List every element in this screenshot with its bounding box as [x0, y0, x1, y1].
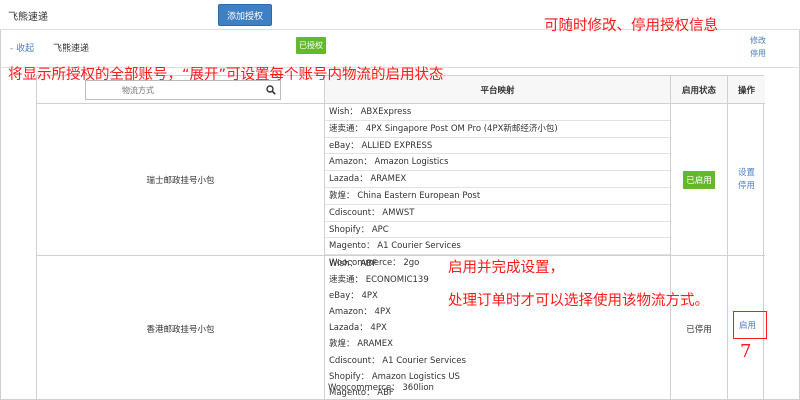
operation-cell: 设置 停用 — [728, 104, 765, 255]
mapping-item: Shopify： APC — [325, 222, 670, 239]
mapping-item: 敦煌： China Eastern European Post — [325, 188, 670, 205]
logistics-table: 平台映射 启用状态 操作 瑞士邮政挂号小包 Wish： ABXExpress 速… — [36, 75, 765, 400]
settings-link[interactable]: 设置 — [738, 167, 755, 180]
mapping-item: Woocommerce： 360lion — [328, 383, 434, 393]
method-name: 瑞士邮政挂号小包 — [37, 104, 325, 255]
mapping-item: 敦煌： ARAMEX — [329, 339, 393, 350]
table-row: 瑞士邮政挂号小包 Wish： ABXExpress 速卖通： 4PX Singa… — [37, 104, 765, 268]
mapping-item: Cdiscount： AMWST — [325, 205, 670, 222]
status-cell: 已启用 — [671, 104, 728, 255]
status-text: 已停用 — [686, 324, 712, 335]
status-badge: 已启用 — [683, 170, 715, 189]
mapping-item: Amazon： Amazon Logistics — [325, 154, 670, 172]
annotation-enable-tip: 启用并完成设置， — [448, 260, 564, 276]
search-icon[interactable] — [266, 85, 276, 95]
table-row: 香港邮政挂号小包 Wish： ABF 速卖通： ECONOMIC139 eBay… — [37, 256, 765, 400]
method-name: 香港邮政挂号小包 — [37, 256, 325, 400]
status-cell: 已停用 — [671, 256, 728, 400]
modify-link[interactable]: 修改 — [750, 35, 766, 46]
step-number: 7 — [740, 341, 752, 362]
annotation-expand-tip: 将显示所授权的全部账号，“展开”可设置每个账号内物流的启用状态 — [8, 67, 444, 83]
carrier-title: 飞熊速递 — [8, 12, 48, 23]
mapping-item: Lazada： 4PX — [329, 323, 387, 334]
col-header-operation: 操作 — [728, 76, 765, 104]
annotation-order-tip: 处理订单时才可以选择使用该物流方式。 — [448, 293, 709, 309]
col-header-status: 启用状态 — [671, 76, 728, 104]
disable-link[interactable]: 停用 — [738, 180, 755, 193]
mapping-item: Magento： A1 Courier Services — [325, 238, 670, 256]
authorized-badge: 已授权 — [296, 37, 326, 54]
mapping-item: Lazada： ARAMEX — [325, 171, 670, 188]
mapping-item: eBay： ALLIED EXPRESS — [325, 138, 670, 155]
collapse-link[interactable]: - 收起 — [10, 41, 34, 54]
disable-authorization-link[interactable]: 停用 — [750, 48, 766, 59]
enable-link[interactable]: 启用 — [739, 319, 756, 331]
mapping-list: Wish： ABXExpress 速卖通： 4PX Singapore Post… — [325, 104, 671, 268]
mapping-item: Wish： ABXExpress — [325, 104, 670, 121]
mapping-item: Cdiscount： A1 Courier Services — [329, 355, 466, 366]
mapping-item: 速卖通： 4PX Singapore Post OM Pro (4PX新邮经济小… — [325, 121, 670, 138]
annotation-modify-tip: 可随时修改、停用授权信息 — [544, 18, 718, 34]
mapping-list: Wish： ABF 速卖通： ECONOMIC139 eBay： 4PX Ama… — [325, 256, 671, 400]
add-authorization-button[interactable]: 添加授权 — [218, 4, 272, 26]
account-name: 飞熊速递 — [53, 44, 90, 54]
